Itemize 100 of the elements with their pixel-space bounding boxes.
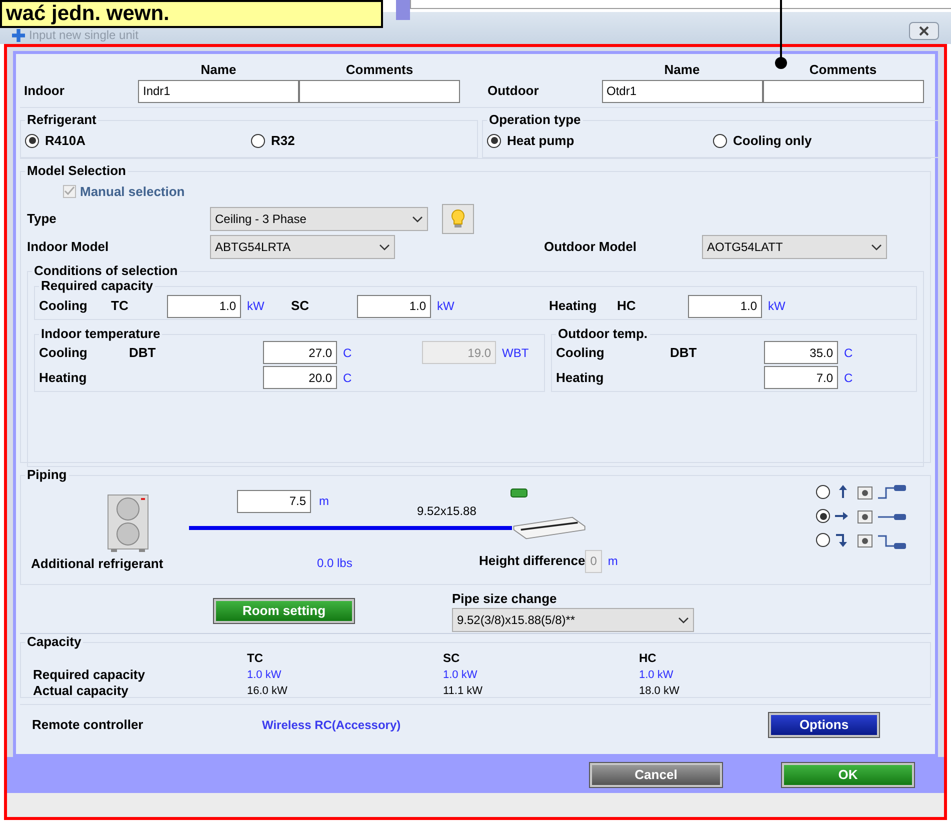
pointer-line (774, 0, 788, 70)
field-label: Cooling (39, 297, 88, 316)
dropdown[interactable]: AOTG54LATT (702, 235, 887, 259)
radio-button[interactable] (713, 134, 727, 148)
chevron-down-icon (412, 216, 423, 222)
field-label: TC (111, 297, 130, 316)
field-label: Indoor (23, 82, 66, 100)
capacity-value: 11.1 kW (443, 684, 484, 698)
group-title: Outdoor temp. (556, 326, 650, 342)
column-header: TC (247, 650, 264, 666)
field-label: Required capacity (33, 666, 146, 682)
unit-label: 0.0 lbs (317, 555, 352, 572)
capacity-value: 1.0 kW (443, 668, 478, 682)
group-title: Refrigerant (25, 112, 98, 128)
input-field[interactable]: 27.0 (263, 341, 337, 364)
field-label: Cooling only (733, 132, 812, 150)
input-field[interactable] (762, 80, 924, 102)
unit-label: m (608, 553, 618, 570)
field-label: DBT (129, 344, 157, 362)
input-field[interactable]: 35.0 (764, 341, 838, 364)
field-label: Remote controller (32, 716, 144, 734)
unit-label: C (343, 370, 352, 386)
unit-label: C (844, 370, 853, 386)
pipe-layout-icon (834, 532, 908, 548)
field-label: Cooling (556, 344, 606, 362)
radio-button[interactable] (487, 134, 501, 148)
dropdown[interactable]: ABTG54LRTA (210, 235, 395, 259)
group-title: Indoor temperature (39, 326, 162, 342)
column-header: Comments (344, 61, 414, 79)
radio-button[interactable] (816, 509, 830, 523)
outdoor-unit-drawing (107, 494, 149, 552)
input-field[interactable]: 1.0 (688, 294, 762, 318)
field-label: HC (617, 297, 637, 316)
column-header: Comments (808, 61, 878, 79)
input-field[interactable]: 1.0 (357, 294, 431, 318)
field-label: SC (291, 297, 310, 316)
lightbulb-icon (451, 209, 465, 229)
field-label: Outdoor (486, 82, 540, 100)
capacity-value: 16.0 kW (247, 684, 288, 698)
chevron-down-icon (678, 616, 689, 624)
checkbox-label: Manual selection (80, 182, 185, 200)
group-title: Required capacity (39, 278, 155, 294)
group-title: Capacity (25, 634, 84, 650)
field-label: Additional refrigerant (30, 554, 164, 573)
unit-label: kW (247, 298, 266, 315)
plus-icon (12, 29, 25, 42)
ok-button[interactable]: OK (782, 763, 914, 787)
close-button[interactable] (909, 22, 939, 40)
chevron-down-icon (871, 244, 882, 250)
radio-button[interactable] (25, 134, 39, 148)
group-title: Model Selection (25, 162, 128, 178)
dropdown[interactable]: Ceiling - 3 Phase (210, 207, 428, 231)
field-label: Heating (549, 297, 598, 316)
radio-button[interactable] (251, 134, 265, 148)
capacity-value: 18.0 kW (639, 684, 680, 698)
unit-label: C (844, 344, 853, 362)
field-label: R32 (271, 132, 295, 150)
field-label: Heating (39, 368, 88, 387)
radio-button[interactable] (816, 485, 830, 499)
input-field[interactable]: Otdr1 (602, 80, 762, 102)
column-header: SC (443, 650, 461, 666)
pipe-size-label: 9.52x15.88 (417, 502, 476, 520)
window-edge (396, 0, 410, 20)
input-field[interactable]: 20.0 (263, 366, 337, 389)
field-label: Outdoor Model (544, 238, 638, 256)
chevron-down-icon (379, 244, 390, 250)
cancel-button[interactable]: Cancel (590, 763, 722, 787)
unit-label: kW (437, 298, 456, 315)
field-label: Type (27, 210, 58, 228)
remote-controller-value: Wireless RC(Accessory) (262, 717, 401, 734)
capacity-value: 1.0 kW (639, 668, 674, 682)
unit-label: kW (768, 298, 786, 315)
dropdown[interactable]: 9.52(3/8)x15.88(5/8)** (452, 608, 694, 632)
input-field[interactable] (299, 80, 460, 102)
close-icon (919, 26, 929, 36)
input-field[interactable]: 1.0 (167, 294, 241, 318)
group-title: Piping (25, 466, 69, 482)
field-label: Cooling (39, 344, 88, 362)
unit-label: WBT (502, 344, 529, 362)
field-label: Heat pump (507, 132, 574, 150)
callout-text: wać jedn. wewn. (6, 2, 170, 26)
pipe-layout-icon (834, 508, 908, 524)
radio-button[interactable] (816, 533, 830, 547)
unit-label: m (319, 493, 329, 510)
field-label: Indoor Model (27, 238, 110, 256)
capacity-value: 1.0 kW (247, 668, 282, 682)
window-title: Input new single unit (29, 28, 140, 42)
input-field[interactable]: 7.5 (237, 490, 311, 512)
column-header: HC (639, 650, 658, 666)
field-label: Actual capacity (33, 682, 130, 698)
input-field[interactable]: 7.0 (764, 366, 838, 389)
field-label: Height difference (479, 552, 586, 570)
field-label: Heating (556, 368, 605, 387)
unit-label: C (343, 344, 353, 362)
room-button[interactable]: Room setting (214, 598, 354, 622)
options-button[interactable]: Options (769, 713, 879, 737)
input-field[interactable]: Indr1 (138, 80, 299, 102)
indicator-icon (510, 488, 528, 498)
column-header: Name (663, 61, 701, 79)
column-header: Name (200, 61, 238, 79)
